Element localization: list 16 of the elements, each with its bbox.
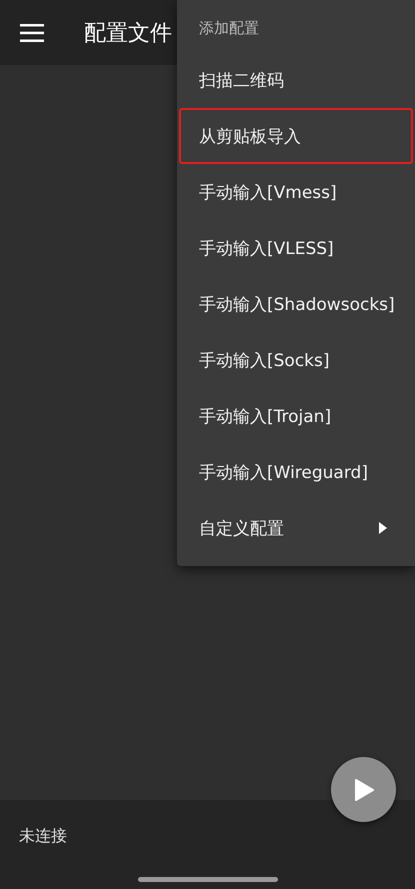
play-icon: [354, 778, 374, 800]
menu-item[interactable]: 扫描二维码: [179, 52, 413, 108]
menu-item[interactable]: 手动输入[Vmess]: [179, 164, 413, 220]
menu-item[interactable]: 手动输入[Wireguard]: [179, 444, 413, 500]
connection-status: 未连接: [19, 826, 68, 847]
menu-item[interactable]: 手动输入[Trojan]: [179, 388, 413, 444]
menu-item[interactable]: 从剪贴板导入: [179, 108, 413, 164]
submenu-label: 自定义配置: [199, 518, 284, 540]
caret-icon: [379, 522, 387, 534]
menu-header: 添加配置: [198, 18, 260, 38]
screen-title: 配置文件: [84, 20, 172, 48]
submenu-item[interactable]: 自定义配置: [179, 500, 413, 556]
menu-item[interactable]: 手动输入[Shadowsocks]: [179, 276, 413, 332]
menu-icon[interactable]: [20, 24, 44, 42]
menu-item[interactable]: 手动输入[Socks]: [179, 332, 413, 388]
menu-item[interactable]: 手动输入[VLESS]: [179, 220, 413, 276]
